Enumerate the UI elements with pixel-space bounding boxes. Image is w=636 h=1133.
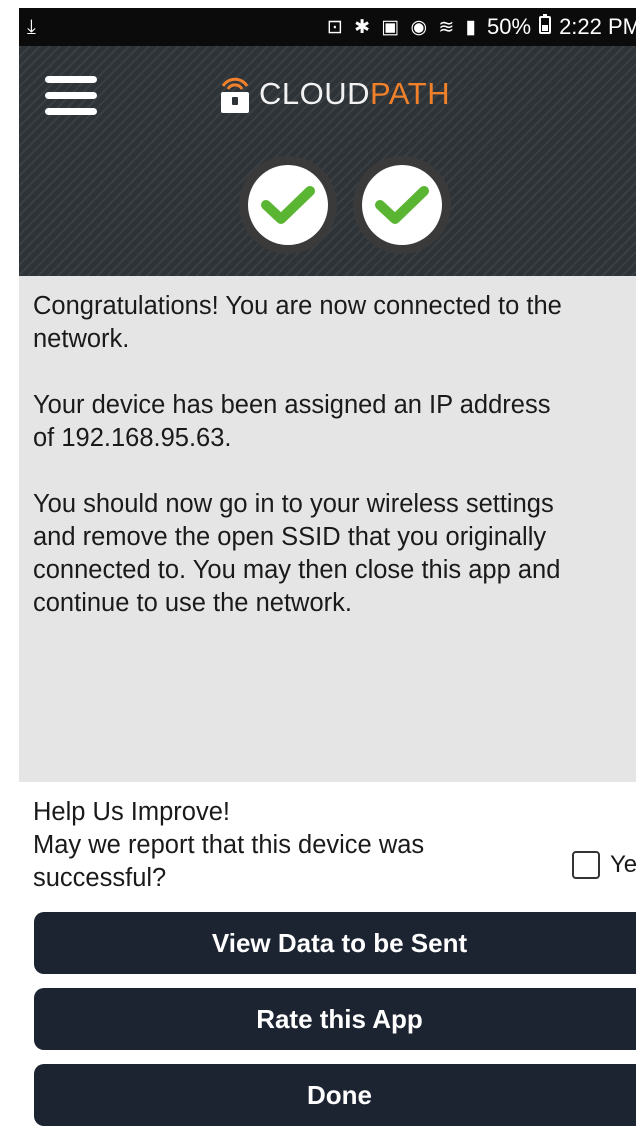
- status-bar: ⤓ ⊡ ✱ ▣ ◉ ≋ ▮ 50% 2:22 PM: [19, 8, 636, 46]
- report-checkbox-label[interactable]: Yes: [610, 848, 636, 881]
- app-header: CLOUDPATH: [19, 46, 636, 276]
- success-message: Congratulations! You are now connected t…: [33, 292, 562, 353]
- message-panel: Congratulations! You are now connected t…: [19, 276, 636, 782]
- menu-icon[interactable]: [45, 76, 97, 116]
- check-circle-1: [239, 156, 337, 254]
- brand-name-path: PATH: [370, 76, 451, 111]
- brand-name-cloud: CLOUD: [259, 76, 371, 111]
- brand-name: CLOUDPATH: [259, 76, 450, 112]
- status-checks: [239, 156, 451, 254]
- app-frame: ⤓ ⊡ ✱ ▣ ◉ ≋ ▮ 50% 2:22 PM CLOUDPATH Cong…: [0, 0, 636, 1133]
- report-consent: Yes: [572, 848, 636, 881]
- lock-wifi-icon: [217, 74, 253, 114]
- brand-logo: CLOUDPATH: [217, 74, 450, 114]
- status-right: ⊡ ✱ ▣ ◉ ≋ ▮ 50% 2:22 PM: [327, 14, 636, 40]
- battery-percent: 50%: [487, 14, 532, 39]
- done-button[interactable]: Done: [34, 1064, 636, 1126]
- feedback-question: May we report that this device was succe…: [33, 831, 425, 892]
- check-circle-2: [353, 156, 451, 254]
- feedback-title: Help Us Improve!: [33, 798, 230, 826]
- download-icon: ⤓: [27, 15, 36, 38]
- clock: 2:22 PM: [559, 14, 636, 39]
- checkmark-icon: [375, 186, 429, 224]
- checkmark-icon: [261, 186, 315, 224]
- ip-message: Your device has been assigned an IP addr…: [33, 391, 551, 452]
- status-icons: ⊡ ✱ ▣ ◉ ≋ ▮: [326, 16, 480, 38]
- report-checkbox[interactable]: [572, 850, 600, 879]
- rate-app-button[interactable]: Rate this App: [34, 988, 636, 1050]
- instructions-message: You should now go in to your wireless se…: [33, 490, 561, 617]
- feedback-section: Help Us Improve! May we report that this…: [19, 782, 636, 910]
- view-data-button[interactable]: View Data to be Sent: [34, 912, 636, 974]
- battery-icon: [539, 14, 552, 40]
